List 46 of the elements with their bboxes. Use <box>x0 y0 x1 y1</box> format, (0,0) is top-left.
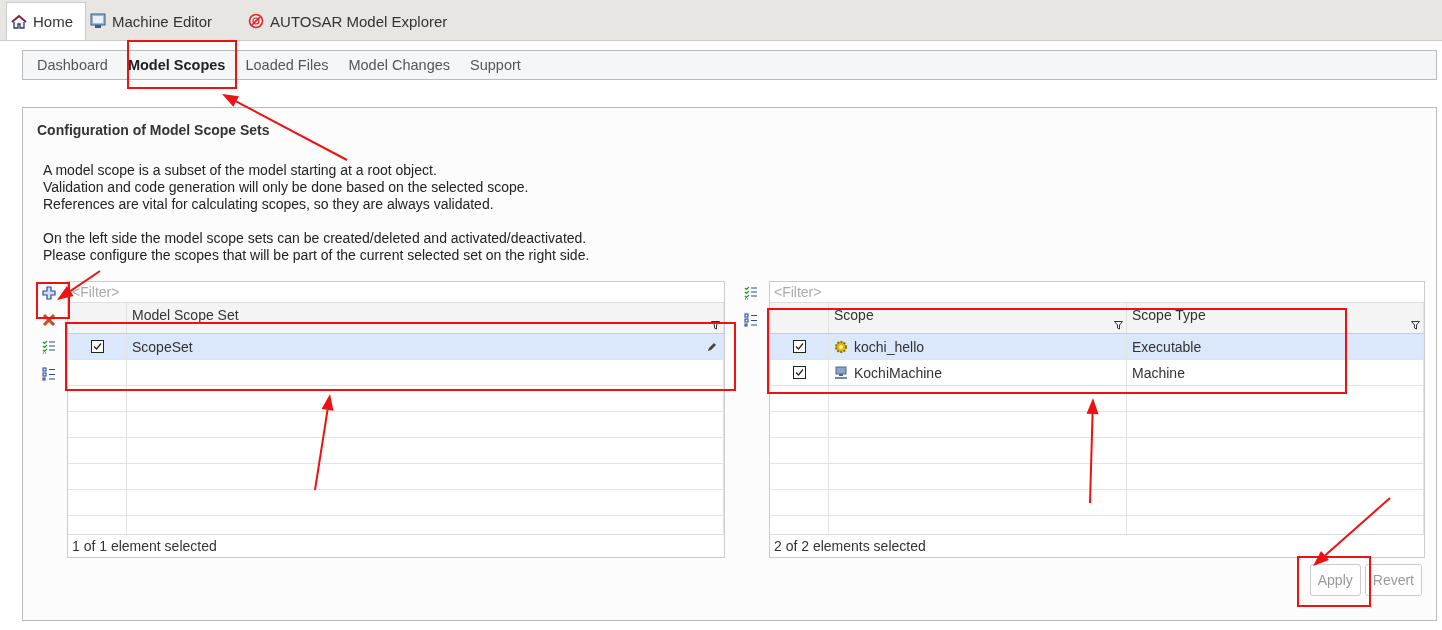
tab[interactable]: Model Scopes <box>117 57 236 73</box>
table-row[interactable]: ScopeSet <box>68 334 724 360</box>
column-header[interactable]: Scope Type <box>1132 307 1206 323</box>
selection-status: 2 of 2 elements selected <box>774 538 926 554</box>
selection-status: 1 of 1 element selected <box>72 538 217 554</box>
gear-icon <box>834 339 848 354</box>
tab[interactable]: Loaded Files <box>235 57 339 73</box>
delete-icon[interactable] <box>42 313 56 327</box>
add-icon[interactable] <box>42 286 56 300</box>
home-icon <box>11 13 27 30</box>
description-text: On the left side the model scope sets can be created/deleted and activated/deactivated. <box>43 230 588 247</box>
tab[interactable]: Machine Editor <box>86 2 225 40</box>
table-cell: kochi_hello <box>854 338 925 355</box>
tab[interactable]: AUTOSAR Model Explorer <box>244 2 460 40</box>
tab[interactable]: Model Changes <box>338 57 461 73</box>
computer-icon <box>834 365 848 380</box>
table-cell: KochiMachine <box>854 364 942 381</box>
filter-icon[interactable] <box>1411 321 1420 330</box>
check-list-icon[interactable] <box>42 340 56 354</box>
check-list-icon[interactable] <box>744 286 758 300</box>
checkbox[interactable] <box>90 340 104 353</box>
column-header[interactable]: Model Scope Set <box>132 307 239 323</box>
table-cell: ScopeSet <box>132 338 193 355</box>
table-row[interactable]: kochi_hello Executable <box>770 334 1424 360</box>
table-cell: Machine <box>1132 364 1185 381</box>
monitor-icon <box>90 13 106 29</box>
ring-icon <box>248 13 265 29</box>
list-icon[interactable] <box>744 313 758 327</box>
description-text: References are vital for calculating scopes, so they are always validated. <box>43 196 495 213</box>
table-row[interactable]: KochiMachine Machine <box>770 360 1424 386</box>
description-text: A model scope is a subset of the model starting at a root object. <box>43 162 438 179</box>
description-text: Validation and code generation will only be done based on the selected scope. <box>43 179 530 196</box>
tab[interactable]: Home <box>6 2 86 40</box>
tab[interactable]: Dashboard <box>27 57 118 73</box>
description-text: Please configure the scopes that will be part of the current selected set on the right side. <box>43 247 591 264</box>
list-icon[interactable] <box>42 367 56 381</box>
annotation-frame <box>36 282 70 319</box>
filter-icon[interactable] <box>711 321 720 330</box>
filter-icon[interactable] <box>1114 321 1123 330</box>
checkbox[interactable] <box>792 366 806 379</box>
checkbox[interactable] <box>792 340 806 353</box>
table-cell: Executable <box>1132 338 1202 355</box>
tab[interactable]: Support <box>460 57 531 73</box>
panel-title: Configuration of Model Scope Sets <box>37 122 271 138</box>
pencil-icon[interactable] <box>707 341 717 352</box>
column-header[interactable]: Scope <box>834 307 874 323</box>
